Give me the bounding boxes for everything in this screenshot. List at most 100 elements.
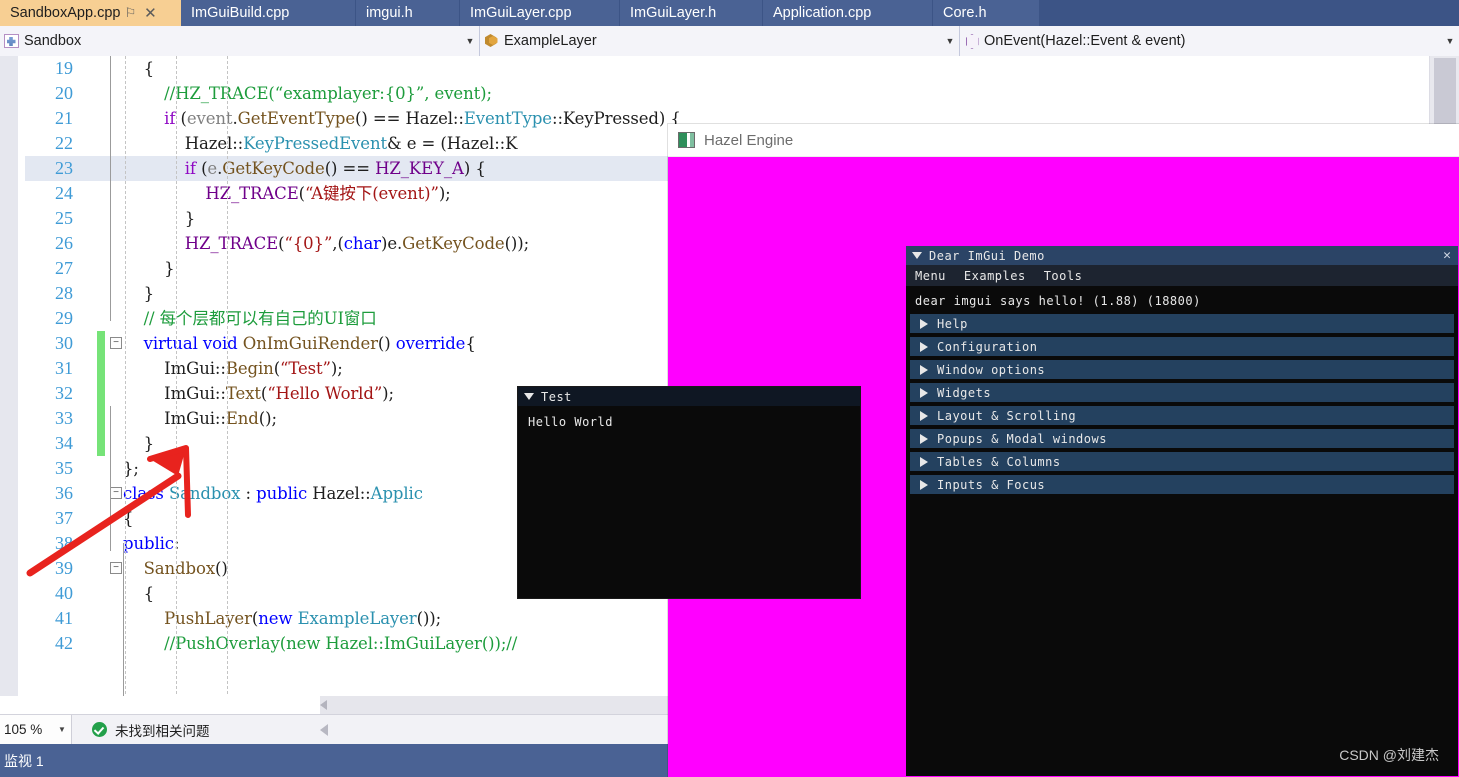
- zoom-level-value: 105 %: [4, 722, 43, 737]
- code-token: HZ_TRACE: [184, 234, 279, 253]
- code-token: ImGui::: [123, 359, 226, 378]
- close-icon[interactable]: ✕: [1443, 249, 1451, 262]
- imgui-collapsing-header-inputs-focus[interactable]: Inputs & Focus: [910, 475, 1454, 494]
- imgui-collapsing-header-widgets[interactable]: Widgets: [910, 383, 1454, 402]
- code-text: PushLayer(new ExampleLayer());: [123, 606, 441, 631]
- code-text: }: [123, 256, 175, 281]
- imgui-test-window[interactable]: Test Hello World: [517, 386, 861, 599]
- expand-arrow-icon[interactable]: [920, 456, 928, 467]
- change-bar: [97, 406, 105, 431]
- code-token: }: [123, 284, 155, 303]
- chevron-down-icon[interactable]: ▼: [53, 725, 71, 734]
- class-dropdown[interactable]: ExampleLayer ▼: [480, 26, 960, 56]
- imgui-demo-menu-bar[interactable]: Menu Examples Tools: [906, 265, 1458, 286]
- line-number: 39: [55, 558, 73, 578]
- imgui-collapsing-header-layout-scrolling[interactable]: Layout & Scrolling: [910, 406, 1454, 425]
- line-number: 27: [55, 258, 73, 278]
- code-token: }: [123, 209, 196, 228]
- editor-selection-margin: [0, 56, 18, 714]
- editor-tab-imguibuild-cpp[interactable]: ImGuiBuild.cpp: [181, 0, 356, 26]
- code-text: }: [123, 206, 196, 231]
- code-text: if (event.GetEventType() == Hazel::Event…: [123, 106, 681, 131]
- imgui-menu-item-tools[interactable]: Tools: [1044, 269, 1083, 283]
- imgui-demo-hello-text: dear imgui says hello! (1.88) (18800): [915, 294, 1201, 308]
- code-token: {: [123, 59, 155, 78]
- indent-guide: [176, 56, 177, 714]
- structure-line: [110, 56, 111, 321]
- line-number: 21: [55, 108, 73, 128]
- line-number: 25: [55, 208, 73, 228]
- code-token: ImGui::: [123, 384, 226, 403]
- code-line[interactable]: 19 {: [25, 56, 1429, 81]
- line-number: 22: [55, 133, 73, 153]
- project-dropdown[interactable]: Sandbox ▼: [0, 26, 480, 56]
- code-token: virtual: [143, 334, 198, 353]
- editor-tab-imguilayer-cpp[interactable]: ImGuiLayer.cpp: [460, 0, 620, 26]
- imgui-demo-title-bar[interactable]: Dear ImGui Demo ✕: [906, 246, 1458, 265]
- navigation-bar: Sandbox ▼ ExampleLayer ▼ OnEvent(Hazel::…: [0, 26, 1459, 56]
- expand-arrow-icon[interactable]: [920, 364, 928, 375]
- expand-arrow-icon[interactable]: [920, 410, 928, 421]
- collapse-issues-arrow-icon[interactable]: [319, 723, 328, 736]
- code-text: {: [123, 581, 155, 606]
- fold-toggle-icon[interactable]: −: [110, 487, 122, 499]
- editor-tab-imgui-h[interactable]: imgui.h: [356, 0, 460, 26]
- line-number: 20: [55, 83, 73, 103]
- editor-tab-core-h[interactable]: Core.h: [933, 0, 1040, 26]
- code-token: (: [195, 159, 208, 178]
- line-number: 42: [55, 633, 73, 653]
- code-token: HZ_KEY_A: [375, 159, 464, 178]
- code-line[interactable]: 20 //HZ_TRACE(“examplayer:{0}”, event);: [25, 81, 1429, 106]
- imgui-collapsing-header-help[interactable]: Help: [910, 314, 1454, 333]
- imgui-menu-item-examples[interactable]: Examples: [964, 269, 1026, 283]
- scroll-left-arrow-icon[interactable]: [320, 700, 327, 710]
- imgui-collapsing-header-tables-columns[interactable]: Tables & Columns: [910, 452, 1454, 471]
- chevron-down-icon[interactable]: ▼: [941, 26, 959, 56]
- expand-arrow-icon[interactable]: [920, 341, 928, 352]
- line-number: 34: [55, 433, 73, 453]
- issue-summary[interactable]: 未找到相关问题: [72, 720, 210, 740]
- code-token: ();: [258, 409, 277, 428]
- line-number: 29: [55, 308, 73, 328]
- imgui-header-label: Widgets: [937, 385, 992, 400]
- checkmark-icon: [92, 722, 107, 737]
- hazel-title-bar[interactable]: Hazel Engine: [668, 124, 1459, 157]
- imgui-test-title-bar[interactable]: Test: [518, 387, 860, 406]
- imgui-collapsing-header-configuration[interactable]: Configuration: [910, 337, 1454, 356]
- code-text: Hazel::KeyPressedEvent& e = (Hazel::K: [123, 131, 518, 156]
- editor-tab-application-cpp[interactable]: Application.cpp: [763, 0, 933, 26]
- line-number: 35: [55, 458, 73, 478]
- expand-arrow-icon[interactable]: [920, 433, 928, 444]
- code-token: PushLayer: [164, 609, 252, 628]
- imgui-menu-item-menu[interactable]: Menu: [915, 269, 946, 283]
- tab-label: Core.h: [943, 4, 987, 21]
- app-window: SandboxApp.cpp ⚐ ✕ ImGuiBuild.cpp imgui.h ImG…: [0, 0, 1459, 777]
- collapse-arrow-icon[interactable]: [912, 252, 922, 259]
- imgui-demo-headers[interactable]: Help Configuration Window options Widgets La…: [906, 314, 1458, 494]
- line-number: 26: [55, 233, 73, 253]
- close-tab-icon[interactable]: ✕: [140, 2, 160, 24]
- fold-toggle-icon[interactable]: −: [110, 337, 122, 349]
- collapse-arrow-icon[interactable]: [524, 393, 534, 400]
- expand-arrow-icon[interactable]: [920, 479, 928, 490]
- editor-tab-sandboxapp-cpp[interactable]: SandboxApp.cpp ⚐ ✕: [0, 0, 181, 26]
- expand-arrow-icon[interactable]: [920, 318, 928, 329]
- scrollbar-thumb[interactable]: [0, 696, 320, 714]
- fold-toggle-icon[interactable]: −: [110, 562, 122, 574]
- member-dropdown[interactable]: OnEvent(Hazel::Event & event) ▼: [960, 26, 1459, 56]
- editor-tab-imguilayer-h[interactable]: ImGuiLayer.h: [620, 0, 763, 26]
- zoom-level-dropdown[interactable]: 105 % ▼: [0, 715, 72, 744]
- watch-window-tab[interactable]: 监视 1: [0, 751, 44, 771]
- chevron-down-icon[interactable]: ▼: [1441, 26, 1459, 56]
- imgui-collapsing-header-window-options[interactable]: Window options: [910, 360, 1454, 379]
- chevron-down-icon[interactable]: ▼: [461, 26, 479, 56]
- pin-tab-icon[interactable]: ⚐: [120, 2, 140, 24]
- imgui-collapsing-header-popups-modal-windows[interactable]: Popups & Modal windows: [910, 429, 1454, 448]
- code-text: HZ_TRACE(“{0}”,(char)e.GetKeyCode());: [123, 231, 529, 256]
- code-token: public: [256, 484, 308, 503]
- imgui-demo-window[interactable]: Dear ImGui Demo ✕ Menu Examples Tools dear…: [905, 245, 1459, 777]
- change-bar: [97, 356, 105, 381]
- code-token: char: [343, 234, 381, 253]
- expand-arrow-icon[interactable]: [920, 387, 928, 398]
